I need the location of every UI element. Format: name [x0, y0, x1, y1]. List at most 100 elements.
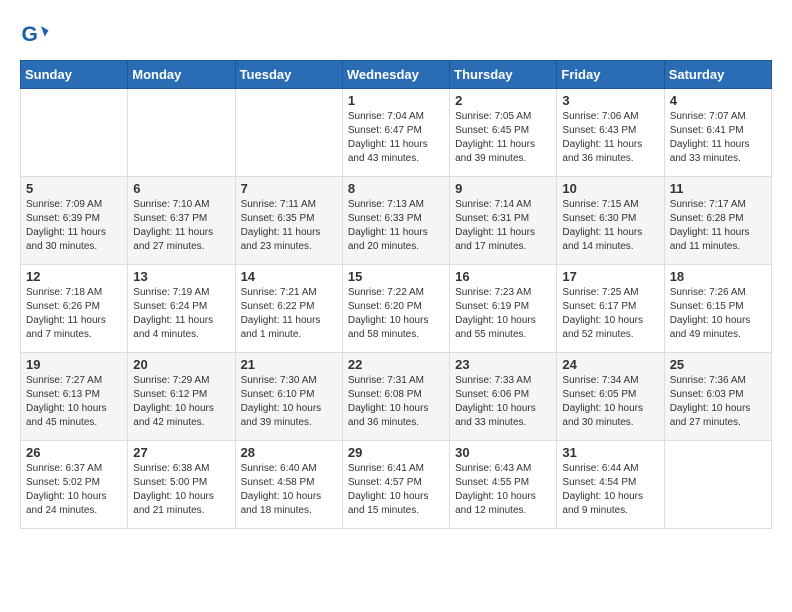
day-info: Sunrise: 7:23 AM Sunset: 6:19 PM Dayligh… — [455, 286, 551, 342]
day-number: 24 — [562, 357, 658, 372]
day-number: 8 — [348, 181, 444, 196]
day-number: 22 — [348, 357, 444, 372]
logo: G — [20, 20, 52, 50]
calendar-cell: 2 Sunrise: 7:05 AM Sunset: 6:45 PM Daylig… — [450, 89, 557, 177]
day-number: 1 — [348, 93, 444, 108]
calendar-cell: 27 Sunrise: 6:38 AM Sunset: 5:00 PM Dayli… — [128, 441, 235, 529]
day-info: Sunrise: 7:33 AM Sunset: 6:06 PM Dayligh… — [455, 374, 551, 430]
calendar-cell: 10 Sunrise: 7:15 AM Sunset: 6:30 PM Dayli… — [557, 177, 664, 265]
day-info: Sunrise: 7:36 AM Sunset: 6:03 PM Dayligh… — [670, 374, 766, 430]
day-number: 2 — [455, 93, 551, 108]
calendar: SundayMondayTuesdayWednesdayThursdayFrid… — [20, 60, 772, 529]
day-header-wednesday: Wednesday — [342, 61, 449, 89]
page-header: G — [20, 20, 772, 50]
day-number: 27 — [133, 445, 229, 460]
day-header-tuesday: Tuesday — [235, 61, 342, 89]
calendar-cell: 3 Sunrise: 7:06 AM Sunset: 6:43 PM Daylig… — [557, 89, 664, 177]
calendar-cell: 17 Sunrise: 7:25 AM Sunset: 6:17 PM Dayli… — [557, 265, 664, 353]
day-number: 14 — [241, 269, 337, 284]
day-number: 19 — [26, 357, 122, 372]
calendar-cell: 13 Sunrise: 7:19 AM Sunset: 6:24 PM Dayli… — [128, 265, 235, 353]
day-header-friday: Friday — [557, 61, 664, 89]
calendar-cell: 6 Sunrise: 7:10 AM Sunset: 6:37 PM Daylig… — [128, 177, 235, 265]
day-number: 29 — [348, 445, 444, 460]
day-number: 18 — [670, 269, 766, 284]
day-number: 10 — [562, 181, 658, 196]
calendar-week-5: 26 Sunrise: 6:37 AM Sunset: 5:02 PM Dayli… — [21, 441, 772, 529]
day-number: 4 — [670, 93, 766, 108]
day-number: 5 — [26, 181, 122, 196]
day-info: Sunrise: 7:11 AM Sunset: 6:35 PM Dayligh… — [241, 198, 337, 254]
day-info: Sunrise: 7:34 AM Sunset: 6:05 PM Dayligh… — [562, 374, 658, 430]
day-info: Sunrise: 6:44 AM Sunset: 4:54 PM Dayligh… — [562, 462, 658, 518]
day-info: Sunrise: 6:43 AM Sunset: 4:55 PM Dayligh… — [455, 462, 551, 518]
calendar-cell: 30 Sunrise: 6:43 AM Sunset: 4:55 PM Dayli… — [450, 441, 557, 529]
day-info: Sunrise: 7:06 AM Sunset: 6:43 PM Dayligh… — [562, 110, 658, 166]
calendar-cell: 28 Sunrise: 6:40 AM Sunset: 4:58 PM Dayli… — [235, 441, 342, 529]
day-info: Sunrise: 7:19 AM Sunset: 6:24 PM Dayligh… — [133, 286, 229, 342]
day-number: 16 — [455, 269, 551, 284]
calendar-cell: 14 Sunrise: 7:21 AM Sunset: 6:22 PM Dayli… — [235, 265, 342, 353]
day-number: 12 — [26, 269, 122, 284]
day-info: Sunrise: 7:25 AM Sunset: 6:17 PM Dayligh… — [562, 286, 658, 342]
day-number: 17 — [562, 269, 658, 284]
day-number: 23 — [455, 357, 551, 372]
day-info: Sunrise: 7:31 AM Sunset: 6:08 PM Dayligh… — [348, 374, 444, 430]
day-info: Sunrise: 7:15 AM Sunset: 6:30 PM Dayligh… — [562, 198, 658, 254]
day-number: 26 — [26, 445, 122, 460]
day-info: Sunrise: 7:30 AM Sunset: 6:10 PM Dayligh… — [241, 374, 337, 430]
day-number: 28 — [241, 445, 337, 460]
calendar-cell: 24 Sunrise: 7:34 AM Sunset: 6:05 PM Dayli… — [557, 353, 664, 441]
calendar-cell — [664, 441, 771, 529]
calendar-cell: 5Sunrise: 7:09 AM Sunset: 6:39 PM Daylig… — [21, 177, 128, 265]
day-info: Sunrise: 7:18 AM Sunset: 6:26 PM Dayligh… — [26, 286, 122, 342]
day-number: 31 — [562, 445, 658, 460]
day-number: 3 — [562, 93, 658, 108]
day-info: Sunrise: 6:40 AM Sunset: 4:58 PM Dayligh… — [241, 462, 337, 518]
logo-icon: G — [20, 20, 50, 50]
calendar-cell: 12 Sunrise: 7:18 AM Sunset: 6:26 PM Dayli… — [21, 265, 128, 353]
calendar-week-1: 1Sunrise: 7:04 AM Sunset: 6:47 PM Daylig… — [21, 89, 772, 177]
calendar-cell: 31 Sunrise: 6:44 AM Sunset: 4:54 PM Dayli… — [557, 441, 664, 529]
day-info: Sunrise: 7:26 AM Sunset: 6:15 PM Dayligh… — [670, 286, 766, 342]
day-info: Sunrise: 6:37 AM Sunset: 5:02 PM Dayligh… — [26, 462, 122, 518]
day-info: Sunrise: 7:21 AM Sunset: 6:22 PM Dayligh… — [241, 286, 337, 342]
calendar-header-row: SundayMondayTuesdayWednesdayThursdayFrid… — [21, 61, 772, 89]
calendar-cell: 18 Sunrise: 7:26 AM Sunset: 6:15 PM Dayli… — [664, 265, 771, 353]
day-header-thursday: Thursday — [450, 61, 557, 89]
day-number: 25 — [670, 357, 766, 372]
calendar-cell: 9Sunrise: 7:14 AM Sunset: 6:31 PM Daylig… — [450, 177, 557, 265]
calendar-week-2: 5Sunrise: 7:09 AM Sunset: 6:39 PM Daylig… — [21, 177, 772, 265]
calendar-cell: 1Sunrise: 7:04 AM Sunset: 6:47 PM Daylig… — [342, 89, 449, 177]
day-info: Sunrise: 6:38 AM Sunset: 5:00 PM Dayligh… — [133, 462, 229, 518]
day-number: 15 — [348, 269, 444, 284]
day-info: Sunrise: 7:14 AM Sunset: 6:31 PM Dayligh… — [455, 198, 551, 254]
day-info: Sunrise: 7:22 AM Sunset: 6:20 PM Dayligh… — [348, 286, 444, 342]
day-header-saturday: Saturday — [664, 61, 771, 89]
day-number: 20 — [133, 357, 229, 372]
day-number: 7 — [241, 181, 337, 196]
calendar-cell: 4 Sunrise: 7:07 AM Sunset: 6:41 PM Daylig… — [664, 89, 771, 177]
day-number: 11 — [670, 181, 766, 196]
calendar-cell: 7 Sunrise: 7:11 AM Sunset: 6:35 PM Daylig… — [235, 177, 342, 265]
calendar-cell — [235, 89, 342, 177]
calendar-week-3: 12 Sunrise: 7:18 AM Sunset: 6:26 PM Dayli… — [21, 265, 772, 353]
day-info: Sunrise: 7:05 AM Sunset: 6:45 PM Dayligh… — [455, 110, 551, 166]
day-number: 30 — [455, 445, 551, 460]
day-header-sunday: Sunday — [21, 61, 128, 89]
day-info: Sunrise: 7:13 AM Sunset: 6:33 PM Dayligh… — [348, 198, 444, 254]
day-number: 6 — [133, 181, 229, 196]
calendar-cell: 16 Sunrise: 7:23 AM Sunset: 6:19 PM Dayli… — [450, 265, 557, 353]
calendar-cell — [128, 89, 235, 177]
day-info: Sunrise: 7:07 AM Sunset: 6:41 PM Dayligh… — [670, 110, 766, 166]
calendar-cell: 19Sunrise: 7:27 AM Sunset: 6:13 PM Dayli… — [21, 353, 128, 441]
calendar-week-4: 19Sunrise: 7:27 AM Sunset: 6:13 PM Dayli… — [21, 353, 772, 441]
day-info: Sunrise: 7:10 AM Sunset: 6:37 PM Dayligh… — [133, 198, 229, 254]
day-info: Sunrise: 7:17 AM Sunset: 6:28 PM Dayligh… — [670, 198, 766, 254]
day-info: Sunrise: 6:41 AM Sunset: 4:57 PM Dayligh… — [348, 462, 444, 518]
calendar-cell: 20Sunrise: 7:29 AM Sunset: 6:12 PM Dayli… — [128, 353, 235, 441]
calendar-cell: 15 Sunrise: 7:22 AM Sunset: 6:20 PM Dayli… — [342, 265, 449, 353]
day-header-monday: Monday — [128, 61, 235, 89]
calendar-cell — [21, 89, 128, 177]
day-number: 13 — [133, 269, 229, 284]
